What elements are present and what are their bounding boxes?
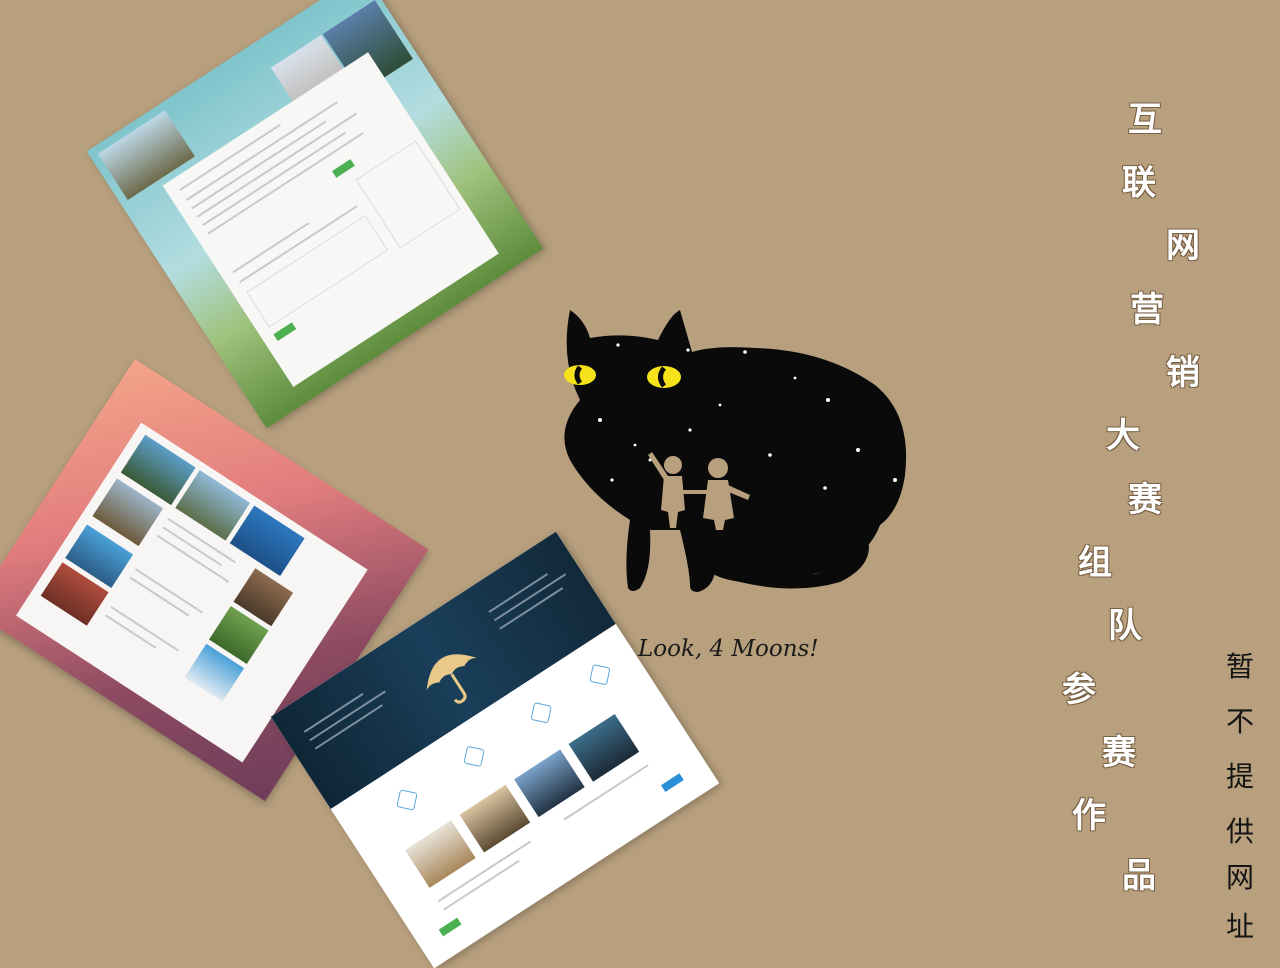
note-char: 暂 bbox=[1226, 650, 1255, 683]
slogan-char: 大 bbox=[1106, 416, 1140, 456]
slogan-char: 销 bbox=[1166, 353, 1200, 393]
slogan-char: 参 bbox=[1062, 670, 1096, 710]
note-char: 网 bbox=[1226, 861, 1255, 894]
hexagon-icon bbox=[530, 702, 552, 724]
website-preview-card-1 bbox=[86, 0, 544, 429]
cat-caption: Look, 4 Moons! bbox=[638, 636, 819, 662]
slogan-char: 品 bbox=[1122, 856, 1156, 896]
slogan-char: 网 bbox=[1166, 226, 1200, 266]
slogan-char: 营 bbox=[1130, 290, 1164, 330]
slogan-char: 赛 bbox=[1128, 480, 1162, 520]
hexagon-icon bbox=[396, 789, 418, 811]
green-button bbox=[438, 917, 462, 937]
gallery-photo bbox=[405, 820, 476, 888]
note-char: 不 bbox=[1226, 705, 1255, 738]
slogan-char: 联 bbox=[1122, 163, 1156, 203]
gallery-photo bbox=[514, 749, 585, 818]
green-button bbox=[331, 159, 355, 178]
hexagon-icon bbox=[589, 664, 611, 686]
slogan-char: 组 bbox=[1078, 543, 1112, 583]
slogan-char: 赛 bbox=[1102, 733, 1136, 773]
slogan-char: 队 bbox=[1108, 606, 1142, 646]
note-char: 提 bbox=[1226, 760, 1255, 793]
slogan-char: 作 bbox=[1072, 796, 1106, 836]
note-char: 供 bbox=[1226, 815, 1255, 848]
hexagon-icon bbox=[463, 745, 485, 768]
black-cat-illustration bbox=[564, 310, 907, 592]
green-button bbox=[273, 322, 297, 342]
gallery-photo bbox=[568, 713, 640, 782]
blue-button bbox=[660, 773, 684, 792]
umbrella-icon bbox=[426, 654, 477, 704]
slogan-char: 互 bbox=[1128, 100, 1162, 140]
content-panel bbox=[162, 52, 499, 387]
gallery-photo bbox=[459, 784, 531, 853]
note-char: 址 bbox=[1226, 910, 1255, 943]
